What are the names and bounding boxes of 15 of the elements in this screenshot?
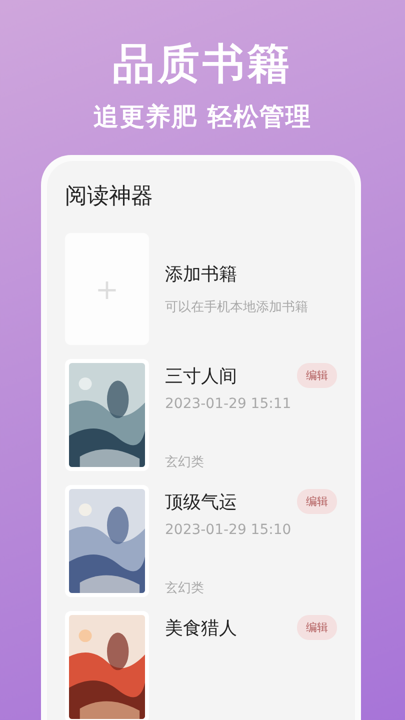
app-title: 阅读神器 (65, 183, 154, 211)
edit-button[interactable]: 编辑 (297, 615, 337, 640)
book-date: 2023-01-29 15:10 (165, 522, 292, 538)
book-category: 玄幻类 (165, 580, 205, 597)
edit-button[interactable]: 编辑 (297, 489, 337, 514)
subheadline: 追更养肥 轻松管理 (94, 101, 312, 133)
book-date: 2023-01-29 15:11 (165, 396, 292, 412)
headline: 品质书籍 (112, 38, 292, 90)
edit-button[interactable]: 编辑 (297, 363, 337, 388)
add-book-hint: 可以在手机本地添加书籍 (165, 299, 309, 316)
book-category: 玄幻类 (165, 454, 205, 471)
book-title: 三寸人间 (165, 364, 237, 388)
add-book-title: 添加书籍 (165, 263, 238, 286)
book-title: 顶级气运 (165, 490, 237, 514)
book-title: 美食猎人 (165, 616, 237, 640)
